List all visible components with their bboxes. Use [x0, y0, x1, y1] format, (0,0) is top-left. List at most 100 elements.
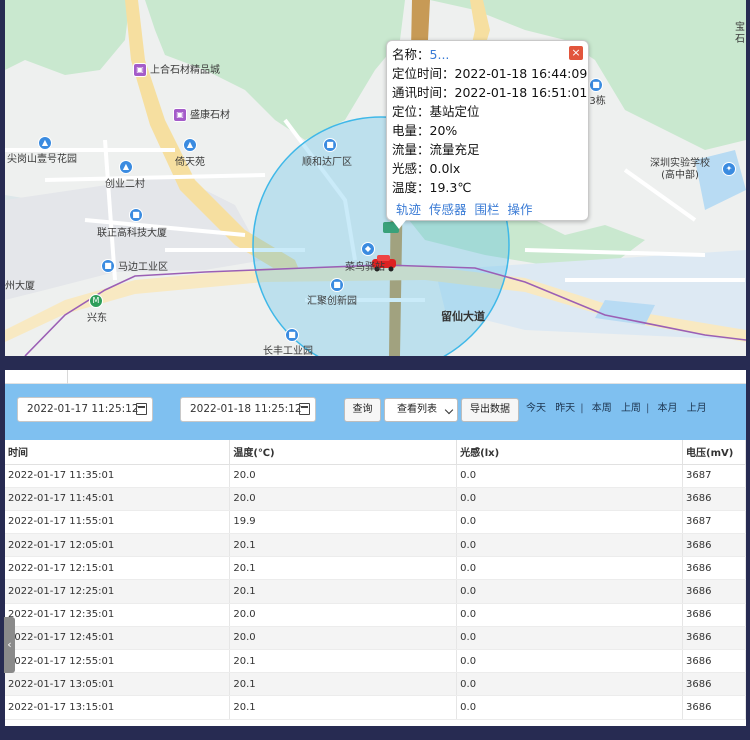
query-toolbar: 2022-01-17 11:25:12 2022-01-18 11:25:12 …	[5, 384, 746, 440]
road-label: 留仙大道	[441, 310, 485, 323]
cell-light: 0.0	[456, 579, 683, 604]
cell-time: 2022-01-17 12:55:01	[5, 649, 231, 674]
close-icon[interactable]: ×	[569, 46, 583, 60]
fence-link[interactable]: 围栏	[475, 202, 500, 217]
popup-row-locate-type: 定位：基站定位	[392, 104, 480, 119]
building-icon: ■	[330, 278, 344, 292]
cell-time: 2022-01-17 12:05:01	[5, 533, 231, 558]
cell-voltage: 3686	[682, 695, 746, 720]
poi-label: 顺和达厂区	[302, 157, 352, 168]
query-button[interactable]: 查询	[344, 398, 381, 422]
range-last-week[interactable]: 上周	[621, 403, 641, 414]
range-last-month[interactable]: 上月	[687, 403, 707, 414]
calendar-icon[interactable]	[299, 403, 310, 415]
calendar-icon[interactable]	[136, 403, 147, 415]
poi-label: 盛康石材	[190, 110, 230, 121]
device-name-link[interactable]: 5...	[430, 47, 450, 62]
view-mode-select[interactable]: 查看列表	[384, 398, 458, 422]
table-row[interactable]: 2022-01-17 12:25:01 20.1 0.0 3686	[5, 579, 746, 604]
cell-temperature: 19.9	[229, 510, 458, 535]
device-info-popup: × 名称：5... 定位时间：2022-01-18 16:44:09 通讯时间：…	[386, 40, 589, 221]
table-row[interactable]: 2022-01-17 13:15:01 20.1 0.0 3686	[5, 695, 746, 720]
residence-icon: ▲	[183, 138, 197, 152]
column-header-time[interactable]: 时间	[5, 440, 231, 465]
panel-tab-strip	[5, 370, 746, 384]
range-today[interactable]: 今天	[526, 403, 546, 414]
start-date-input[interactable]: 2022-01-17 11:25:12	[17, 397, 153, 422]
poi-label: 菜鸟驿站	[345, 262, 385, 273]
cell-light: 0.0	[456, 464, 683, 488]
cell-temperature: 20.0	[229, 603, 458, 627]
cell-temperature: 20.0	[229, 626, 458, 651]
cell-light: 0.0	[456, 533, 683, 558]
popup-row-light: 光感：0.0lx	[392, 161, 461, 176]
cell-time: 2022-01-17 11:35:01	[5, 464, 231, 488]
quick-range-links: 今天 昨天 | 本周 上周 | 本月 上月	[523, 399, 710, 419]
table-row[interactable]: 2022-01-17 12:45:01 20.0 0.0 3686	[5, 626, 746, 651]
shop-icon: ▣	[133, 63, 147, 77]
cell-voltage: 3686	[682, 533, 746, 558]
export-button[interactable]: 导出数据	[461, 398, 519, 422]
cell-time: 2022-01-17 11:55:01	[5, 510, 231, 535]
column-header-temperature[interactable]: 温度(℃)	[229, 440, 458, 465]
table-header-row: 时间 温度(℃) 光感(lx) 电压(mV)	[5, 440, 746, 465]
popup-actions: 轨迹 传感器 围栏 操作	[392, 199, 583, 218]
table-row[interactable]: 2022-01-17 11:55:01 19.9 0.0 3687	[5, 510, 746, 535]
cell-temperature: 20.1	[229, 533, 458, 558]
tab-strip-divider	[67, 370, 746, 384]
end-date-input[interactable]: 2022-01-18 11:25:12	[180, 397, 316, 422]
range-this-week[interactable]: 本周	[592, 403, 612, 414]
cell-time: 2022-01-17 13:05:01	[5, 672, 231, 697]
cell-light: 0.0	[456, 603, 683, 627]
popup-row-temperature: 温度：19.3℃	[392, 180, 472, 195]
popup-tail	[392, 220, 406, 229]
metro-icon: M	[89, 294, 103, 308]
cell-light: 0.0	[456, 695, 683, 720]
column-header-voltage[interactable]: 电压(mV)	[682, 440, 746, 465]
cell-temperature: 20.1	[229, 672, 458, 697]
column-header-light[interactable]: 光感(lx)	[456, 440, 683, 465]
table-row[interactable]: 2022-01-17 12:05:01 20.1 0.0 3686	[5, 533, 746, 558]
range-yesterday[interactable]: 昨天	[555, 403, 575, 414]
poi-label: 倚天苑	[175, 157, 205, 168]
table-row[interactable]: 2022-01-17 12:55:01 20.1 0.0 3686	[5, 649, 746, 674]
cell-temperature: 20.0	[229, 487, 458, 511]
poi-label: 深圳实验学校 (高中部)	[650, 158, 710, 181]
cell-temperature: 20.0	[229, 464, 458, 488]
poi-label: 兴东	[87, 313, 107, 324]
cell-temperature: 20.1	[229, 556, 458, 581]
popup-row-locate-time: 定位时间：2022-01-18 16:44:09	[392, 66, 588, 81]
package-icon: ◆	[361, 242, 375, 256]
building-icon: ■	[285, 328, 299, 342]
poi-label: 上合石材精品城	[150, 65, 220, 76]
cell-time: 2022-01-17 11:45:01	[5, 487, 231, 511]
cell-time: 2022-01-17 12:25:01	[5, 579, 231, 604]
sensor-data-table: 时间 温度(℃) 光感(lx) 电压(mV) 2022-01-17 11:35:…	[5, 440, 746, 720]
cell-light: 0.0	[456, 556, 683, 581]
collapse-handle[interactable]: ‹	[4, 617, 15, 673]
cell-time: 2022-01-17 13:15:01	[5, 695, 231, 720]
cell-light: 0.0	[456, 510, 683, 535]
building-icon: ■	[129, 208, 143, 222]
cell-light: 0.0	[456, 487, 683, 511]
school-icon: ✦	[722, 162, 736, 176]
table-row[interactable]: 2022-01-17 11:35:01 20.0 0.0 3687	[5, 464, 746, 488]
table-row[interactable]: 2022-01-17 11:45:01 20.0 0.0 3686	[5, 487, 746, 511]
table-row[interactable]: 2022-01-17 12:15:01 20.1 0.0 3686	[5, 556, 746, 581]
table-row[interactable]: 2022-01-17 12:35:01 20.0 0.0 3686	[5, 603, 746, 627]
poi-label: 汇聚创新园	[307, 296, 357, 307]
cell-temperature: 20.1	[229, 649, 458, 674]
track-link[interactable]: 轨迹	[396, 202, 421, 217]
poi-label: 长丰工业园	[263, 346, 313, 356]
poi-label: 宝石	[735, 22, 745, 45]
operation-link[interactable]: 操作	[508, 202, 533, 217]
cell-voltage: 3686	[682, 626, 746, 651]
cell-voltage: 3686	[682, 672, 746, 697]
sensor-link[interactable]: 传感器	[429, 202, 467, 217]
cell-voltage: 3686	[682, 603, 746, 627]
map-view[interactable]: ▣ 上合石材精品城 ▣ 盛康石材 ▲ 尖岗山壹号花园 ▲ 倚天苑 ▲ 创业二村 …	[5, 0, 746, 356]
cell-light: 0.0	[456, 649, 683, 674]
range-this-month[interactable]: 本月	[658, 403, 678, 414]
table-row[interactable]: 2022-01-17 13:05:01 20.1 0.0 3686	[5, 672, 746, 697]
residence-icon: ▲	[38, 136, 52, 150]
